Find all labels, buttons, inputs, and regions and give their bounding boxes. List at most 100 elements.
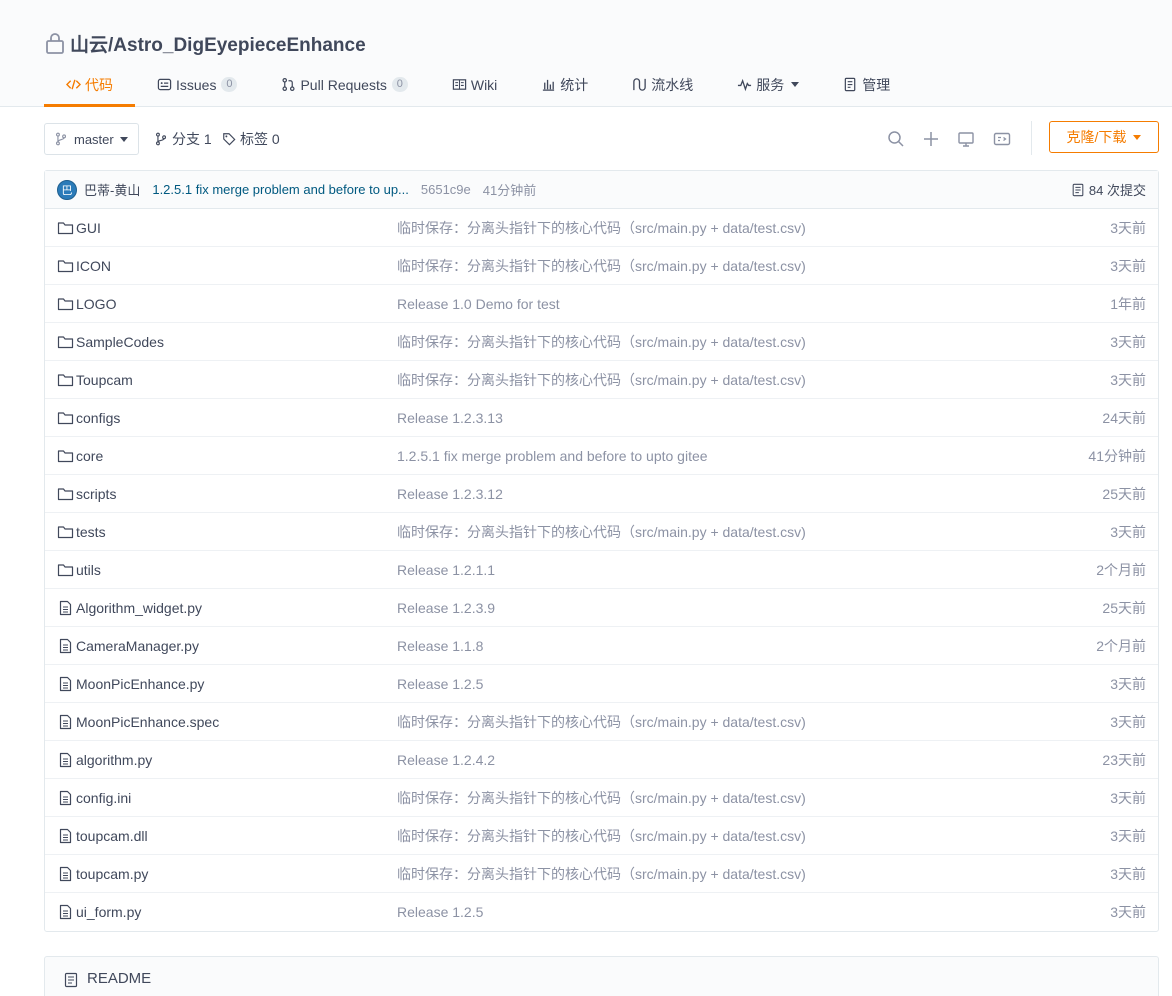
file-icon <box>59 600 72 616</box>
tab-wiki[interactable]: Wiki <box>430 64 519 105</box>
tab-issues[interactable]: Issues 0 <box>135 64 259 105</box>
file-row: toupcam.py 临时保存：分离头指针下的核心代码（src/main.py +… <box>45 855 1158 893</box>
file-name-link[interactable]: core <box>76 448 103 464</box>
file-name-link[interactable]: toupcam.dll <box>76 828 148 844</box>
file-name-link[interactable]: CameraManager.py <box>76 638 199 654</box>
file-name-link[interactable]: Toupcam <box>76 372 133 388</box>
branch-name: master <box>74 131 114 147</box>
tab-label: 统计 <box>560 76 589 93</box>
file-row: LOGO Release 1.0 Demo for test 1年前 <box>45 285 1158 323</box>
file-row: config.ini 临时保存：分离头指针下的核心代码（src/main.py +… <box>45 779 1158 817</box>
code-icon <box>66 79 81 90</box>
file-icon <box>59 638 72 654</box>
file-commit-message[interactable]: 临时保存：分离头指针下的核心代码（src/main.py + data/test… <box>397 712 806 732</box>
file-commit-message[interactable]: Release 1.0 Demo for test <box>397 296 560 312</box>
commit-message-link[interactable]: 1.2.5.1 fix merge problem and before to … <box>152 182 409 197</box>
file-commit-message[interactable]: 临时保存：分离头指针下的核心代码（src/main.py + data/test… <box>397 370 806 390</box>
file-name-link[interactable]: config.ini <box>76 790 131 806</box>
file-name-link[interactable]: ICON <box>76 258 111 274</box>
file-name-link[interactable]: MoonPicEnhance.py <box>76 676 204 692</box>
tab-manage[interactable]: 管理 <box>821 64 912 105</box>
file-name-link[interactable]: SampleCodes <box>76 334 164 350</box>
commit-sha[interactable]: 5651c9e <box>421 182 471 197</box>
file-name-link[interactable]: LOGO <box>76 296 116 312</box>
tab-stats[interactable]: 统计 <box>519 64 610 105</box>
branches-link[interactable]: 分支 1 <box>154 123 212 155</box>
file-commit-message[interactable]: 临时保存：分离头指针下的核心代码（src/main.py + data/test… <box>397 218 806 238</box>
commit-author[interactable]: 巴蒂-黄山 <box>84 180 140 199</box>
tags-label: 标签 0 <box>240 131 280 147</box>
file-name-link[interactable]: ui_form.py <box>76 904 141 920</box>
file-commit-time: 3天前 <box>1110 904 1146 920</box>
file-name-link[interactable]: algorithm.py <box>76 752 152 768</box>
file-icon <box>59 714 72 730</box>
file-name-link[interactable]: Algorithm_widget.py <box>76 600 202 616</box>
file-commit-message[interactable]: Release 1.2.3.9 <box>397 600 495 616</box>
codespace-icon[interactable] <box>992 129 1012 149</box>
branch-icon <box>155 132 167 146</box>
tab-label: 管理 <box>862 76 891 93</box>
file-name-link[interactable]: MoonPicEnhance.spec <box>76 714 219 730</box>
file-list: GUI 临时保存：分离头指针下的核心代码（src/main.py + data/t… <box>45 209 1158 931</box>
folder-icon <box>57 526 74 539</box>
issues-icon <box>157 78 172 91</box>
file-row: SampleCodes 临时保存：分离头指针下的核心代码（src/main.py … <box>45 323 1158 361</box>
file-commit-message[interactable]: 临时保存：分离头指针下的核心代码（src/main.py + data/test… <box>397 864 806 884</box>
add-icon[interactable] <box>921 129 941 149</box>
file-icon <box>59 790 72 806</box>
file-commit-message[interactable]: Release 1.2.5 <box>397 676 483 692</box>
file-name-link[interactable]: configs <box>76 410 120 426</box>
file-commit-message[interactable]: 临时保存：分离头指针下的核心代码（src/main.py + data/test… <box>397 826 806 846</box>
tags-link[interactable]: 标签 0 <box>222 123 280 155</box>
repo-name[interactable]: 山云/Astro_DigEyepieceEnhance <box>70 30 366 57</box>
search-icon[interactable] <box>886 129 906 149</box>
repo-toolbar: master 分支 1 标签 0 克隆/下载 <box>44 121 1159 155</box>
tab-pipeline[interactable]: 流水线 <box>610 64 715 105</box>
file-name-link[interactable]: utils <box>76 562 101 578</box>
tab-code[interactable]: 代码 <box>44 64 135 107</box>
file-commit-time: 3天前 <box>1110 219 1146 236</box>
commit-count-link[interactable]: 84 次提交 <box>1071 180 1146 199</box>
file-commit-message[interactable]: Release 1.2.3.13 <box>397 410 503 426</box>
lock-icon <box>46 33 64 54</box>
tab-label: Pull Requests <box>300 76 387 93</box>
folder-icon <box>57 564 74 577</box>
file-commit-time: 3天前 <box>1110 523 1146 540</box>
file-commit-message[interactable]: 1.2.5.1 fix merge problem and before to … <box>397 448 708 464</box>
file-icon <box>59 904 72 920</box>
file-name-link[interactable]: toupcam.py <box>76 866 148 882</box>
tab-label: 服务 <box>756 76 785 93</box>
file-name-link[interactable]: scripts <box>76 486 116 502</box>
file-commit-message[interactable]: Release 1.2.1.1 <box>397 562 495 578</box>
file-name-link[interactable]: GUI <box>76 220 101 236</box>
file-row: scripts Release 1.2.3.12 25天前 <box>45 475 1158 513</box>
file-commit-message[interactable]: Release 1.2.3.12 <box>397 486 503 502</box>
file-commit-message[interactable]: Release 1.2.4.2 <box>397 752 495 768</box>
file-commit-time: 41分钟前 <box>1088 447 1146 464</box>
tab-pull-requests[interactable]: Pull Requests 0 <box>259 64 429 105</box>
file-name-link[interactable]: tests <box>76 524 106 540</box>
web-ide-icon[interactable] <box>956 129 976 149</box>
file-commit-time: 3天前 <box>1110 333 1146 350</box>
file-row: core 1.2.5.1 fix merge problem and before… <box>45 437 1158 475</box>
tab-service[interactable]: 服务 <box>715 64 821 105</box>
file-row: configs Release 1.2.3.13 24天前 <box>45 399 1158 437</box>
file-row: utils Release 1.2.1.1 2个月前 <box>45 551 1158 589</box>
file-row: MoonPicEnhance.py Release 1.2.5 3天前 <box>45 665 1158 703</box>
file-commit-message[interactable]: 临时保存：分离头指针下的核心代码（src/main.py + data/test… <box>397 256 806 276</box>
file-commit-message[interactable]: Release 1.2.5 <box>397 904 483 920</box>
file-commit-message[interactable]: 临时保存：分离头指针下的核心代码（src/main.py + data/test… <box>397 332 806 352</box>
file-commit-message[interactable]: Release 1.1.8 <box>397 638 483 654</box>
folder-icon <box>57 374 74 387</box>
file-row: GUI 临时保存：分离头指针下的核心代码（src/main.py + data/t… <box>45 209 1158 247</box>
commit-count: 84 次提交 <box>1088 183 1146 198</box>
stats-icon <box>543 79 555 91</box>
chevron-down-icon <box>1133 134 1142 140</box>
file-commit-message[interactable]: 临时保存：分离头指针下的核心代码（src/main.py + data/test… <box>397 522 806 542</box>
clone-download-button[interactable]: 克隆/下载 <box>1049 121 1159 153</box>
chevron-down-icon <box>119 136 128 142</box>
avatar[interactable]: 巴 <box>57 179 77 200</box>
branch-select[interactable]: master <box>44 123 139 155</box>
folder-icon <box>57 336 74 349</box>
file-commit-message[interactable]: 临时保存：分离头指针下的核心代码（src/main.py + data/test… <box>397 788 806 808</box>
